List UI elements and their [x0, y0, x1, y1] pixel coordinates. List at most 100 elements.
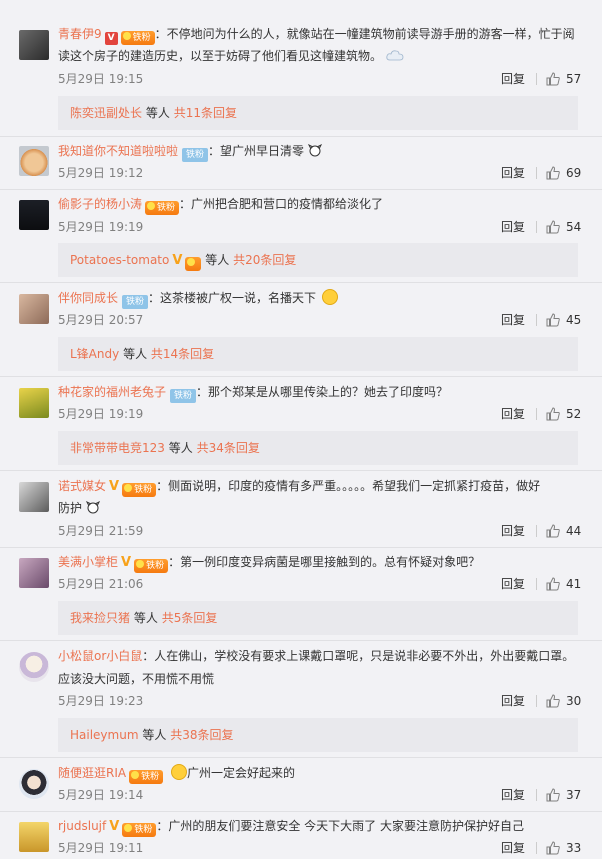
avatar[interactable] — [19, 822, 49, 852]
timestamp: 5月29日 21:06 — [58, 577, 144, 591]
verified-badge-icon: V — [104, 32, 118, 45]
reply-button[interactable]: 回复 — [501, 838, 525, 858]
username[interactable]: 小松鼠or小白鼠 — [58, 649, 142, 663]
timestamp: 5月29日 21:59 — [58, 524, 144, 538]
username[interactable]: 青春伊9 — [58, 27, 102, 41]
username[interactable]: 美满小掌柜 — [58, 555, 118, 569]
sub-reply-total[interactable]: 共5条回复 — [162, 611, 218, 625]
username[interactable]: 随便逛逛RIA — [58, 766, 126, 780]
avatar[interactable] — [19, 769, 49, 799]
like-icon[interactable] — [546, 788, 560, 802]
sub-reply-names[interactable]: 陈奕迅副处长 — [70, 106, 142, 120]
sub-reply-mid: 等人 — [123, 347, 148, 361]
comment-text: 小松鼠or小白鼠：人在佛山，学校没有要求上课戴口罩呢，只是说非必要不外出，外出要… — [58, 645, 578, 667]
comment-meta: 5月29日 19:14 回复 37 — [58, 785, 581, 805]
divider — [536, 73, 537, 85]
sub-replies[interactable]: L锋Andy 等人 共14条回复 — [58, 337, 578, 371]
sub-reply-names[interactable]: 我来捡只猪 — [70, 611, 130, 625]
like-count: 52 — [566, 407, 582, 421]
like-icon[interactable] — [546, 407, 560, 421]
username[interactable]: 我知道你不知道啦啦啦 — [58, 144, 178, 158]
comment-meta: 5月29日 19:23 回复 30 — [58, 691, 581, 711]
reply-button[interactable]: 回复 — [501, 310, 525, 330]
avatar[interactable] — [19, 200, 49, 230]
sub-reply-total[interactable]: 共34条回复 — [197, 441, 260, 455]
comment-meta: 5月29日 20:57 回复 45 — [58, 310, 582, 330]
kiss-emoji-icon — [170, 764, 187, 780]
sub-replies[interactable]: Potatoes-tomato V 等人 共20条回复 — [58, 243, 578, 277]
sub-replies[interactable]: 我来捡只猪 等人 共5条回复 — [58, 601, 578, 635]
divider — [0, 547, 602, 548]
username[interactable]: 诺式媒女 — [58, 479, 106, 493]
sub-reply-names[interactable]: 非常带带电竞123 — [70, 441, 165, 455]
reply-button[interactable]: 回复 — [501, 521, 525, 541]
sub-reply-names[interactable]: Haileymum — [70, 728, 139, 742]
avatar[interactable] — [19, 294, 49, 324]
username[interactable]: 种花家的福州老兔子 — [58, 385, 166, 399]
username[interactable]: 伴你同成长 — [58, 291, 118, 305]
reply-button[interactable]: 回复 — [501, 217, 525, 237]
username[interactable]: rjudslujf — [58, 819, 106, 833]
comment-text: 青春伊9 V 铁粉 ：不停地问为什么的人，就像站在一幢建筑物前读导游手册的游客一样，忙… — [58, 23, 578, 67]
reply-button[interactable]: 回复 — [501, 69, 525, 89]
avatar[interactable] — [19, 652, 49, 682]
reply-button[interactable]: 回复 — [501, 163, 525, 183]
sub-reply-mid: 等人 — [142, 728, 167, 742]
sub-reply-names[interactable]: L锋Andy — [70, 347, 119, 361]
like-count: 44 — [566, 524, 582, 538]
avatar[interactable] — [19, 558, 49, 588]
comment-meta: 5月29日 19:11 回复 33 — [58, 838, 582, 858]
divider — [0, 136, 602, 137]
sub-reply-total[interactable]: 共11条回复 — [174, 106, 237, 120]
avatar[interactable] — [19, 482, 49, 512]
fan-badge — [185, 257, 202, 271]
sub-replies[interactable]: Haileymum 等人 共38条回复 — [58, 718, 578, 752]
like-icon[interactable] — [546, 220, 560, 234]
divider — [0, 470, 602, 471]
fan-badge: 铁粉 — [122, 823, 157, 837]
reply-button[interactable]: 回复 — [501, 785, 525, 805]
sub-reply-mid: 等人 — [168, 441, 193, 455]
like-icon[interactable] — [546, 694, 560, 708]
like-icon[interactable] — [546, 313, 560, 327]
timestamp: 5月29日 20:57 — [58, 313, 144, 327]
sub-replies[interactable]: 陈奕迅副处长 等人 共11条回复 — [58, 96, 578, 130]
like-count: 69 — [566, 166, 582, 180]
like-count: 33 — [566, 841, 582, 855]
divider — [0, 811, 602, 812]
like-count: 45 — [566, 313, 582, 327]
like-icon[interactable] — [546, 577, 560, 591]
comment-body: ：侧面说明，印度的疫情有多严重。。。。。希望我们一定抓紧打疫苗，做好 — [156, 479, 541, 493]
fan-badge: 铁粉 — [129, 770, 164, 784]
divider — [536, 525, 537, 537]
sub-reply-total[interactable]: 共14条回复 — [151, 347, 214, 361]
tie-badge: 铁粉 — [122, 295, 149, 309]
avatar[interactable] — [19, 30, 49, 60]
avatar[interactable] — [19, 388, 49, 418]
laugh-emoji-icon — [321, 289, 338, 305]
sub-reply-names[interactable]: Potatoes-tomato — [70, 253, 169, 267]
sub-reply-total[interactable]: 共38条回复 — [170, 728, 233, 742]
comment-meta: 5月29日 19:19 回复 54 — [58, 217, 581, 237]
timestamp: 5月29日 19:14 — [58, 788, 144, 802]
reply-button[interactable]: 回复 — [501, 404, 525, 424]
comment-text: rjudslujf V 铁粉 ：广州的朋友们要注意安全 今天下大雨了 大家要注意防护保… — [58, 815, 578, 838]
like-icon[interactable] — [546, 166, 560, 180]
cloud-emoji-icon — [386, 50, 404, 61]
sub-replies[interactable]: 非常带带电竞123 等人 共34条回复 — [58, 431, 578, 465]
avatar[interactable] — [19, 146, 49, 176]
comment-body: ：那个郑某是从哪里传染上的？她去了印度吗？ — [196, 385, 449, 399]
like-icon[interactable] — [546, 524, 560, 538]
emoji-icon — [307, 143, 322, 157]
timestamp: 5月29日 19:11 — [58, 841, 144, 855]
divider — [536, 408, 537, 420]
comment-text: 我知道你不知道啦啦啦 铁粉 ：望广州早日清零 — [58, 140, 578, 162]
like-icon[interactable] — [546, 72, 560, 86]
like-icon[interactable] — [546, 841, 560, 855]
comment-body: ：第一例印度变异病菌是哪里接触到的。总有怀疑对象吧？ — [168, 555, 481, 569]
username[interactable]: 偷影子的杨小涛 — [58, 197, 142, 211]
reply-button[interactable]: 回复 — [501, 691, 525, 711]
sub-reply-total[interactable]: 共20条回复 — [233, 253, 296, 267]
comment-body: 广州一定会好起来的 — [186, 766, 295, 780]
reply-button[interactable]: 回复 — [501, 574, 525, 594]
